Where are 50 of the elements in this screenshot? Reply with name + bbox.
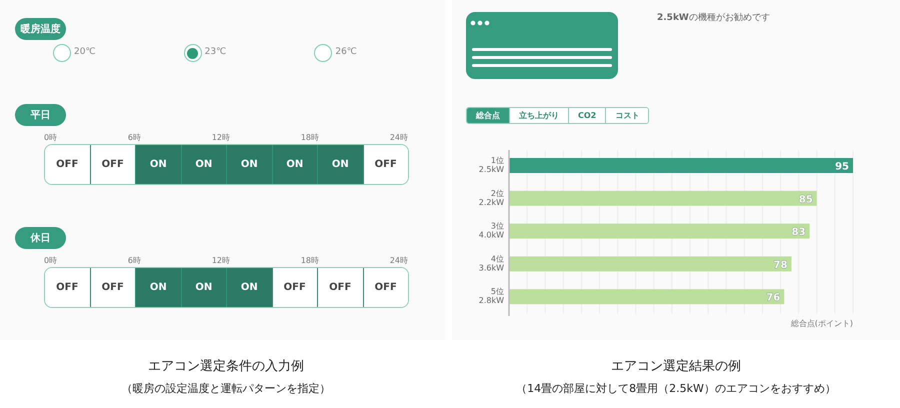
value-label: 78 (774, 260, 788, 271)
schedule-slot[interactable]: ON (180, 268, 226, 307)
hour-label: 6時 (128, 132, 141, 144)
section-label: 平日 (15, 104, 66, 126)
category-label: 1位 2.5kW (478, 156, 504, 174)
hour-label: 18時 (300, 255, 319, 267)
hour-label: 24時 (390, 255, 408, 267)
air-conditioner-icon (466, 12, 618, 79)
category-label: 5位 2.8kW (478, 287, 504, 306)
schedule-slot[interactable]: ON (272, 145, 317, 184)
category-label: 4位 3.6kW (478, 254, 504, 272)
category-label: 3位 4.0kW (478, 222, 504, 240)
value-label: 95 (835, 162, 849, 172)
radio-button[interactable] (53, 44, 71, 62)
caption-subtitle: （暖房の設定温度と運転パターンを指定） (120, 380, 332, 396)
schedule-slot[interactable]: ON (226, 145, 272, 184)
schedule-slot[interactable]: ON (180, 145, 226, 184)
schedule-slot[interactable]: ON (226, 268, 272, 307)
radio-button[interactable] (314, 44, 332, 62)
hour-label: 12時 (212, 132, 230, 144)
schedule-slot[interactable]: ON (135, 145, 180, 184)
hour-label: 6時 (128, 255, 141, 267)
chart-tab[interactable]: 総合点 (467, 108, 509, 123)
hour-label: 24時 (390, 132, 408, 144)
recommendation-text: 2.5kWの機種がお勧めです (657, 12, 770, 25)
schedule-slot[interactable]: OFF (362, 268, 408, 307)
schedule-slot[interactable]: ON (135, 268, 180, 307)
radio-label: 26℃ (335, 46, 357, 60)
value-label: 85 (798, 194, 813, 206)
section-label: 暖房温度 (15, 18, 66, 40)
caption-title: エアコン選定条件の入力例 (147, 358, 305, 376)
hour-label: 12時 (212, 255, 230, 267)
axis-title: 総合点(ポイント) (790, 319, 853, 328)
radio-label: 23℃ (204, 46, 226, 60)
radio-button[interactable] (184, 44, 202, 62)
caption-subtitle: （14畳の部屋に対して8畳用（2.5kW）のエアコンをおすすめ） (515, 380, 837, 396)
section-label: 休日 (15, 227, 66, 249)
schedule-slot[interactable]: OFF (362, 145, 408, 184)
value-label: 76 (766, 292, 780, 304)
hour-label: 18時 (300, 132, 319, 144)
category-label: 2位 2.2kW (478, 188, 504, 207)
schedule-slot[interactable]: ON (317, 145, 362, 184)
caption-title: エアコン選定結果の例 (610, 358, 742, 376)
chart-tab[interactable]: 立ち上がり (509, 108, 568, 123)
chart-tab[interactable]: CO2 (568, 108, 606, 123)
hour-label: 0時 (44, 132, 58, 144)
radio-label: 20℃ (74, 46, 96, 60)
value-label: 83 (792, 227, 806, 238)
hour-label: 0時 (44, 255, 58, 267)
chart-tab[interactable]: コスト (605, 108, 648, 123)
